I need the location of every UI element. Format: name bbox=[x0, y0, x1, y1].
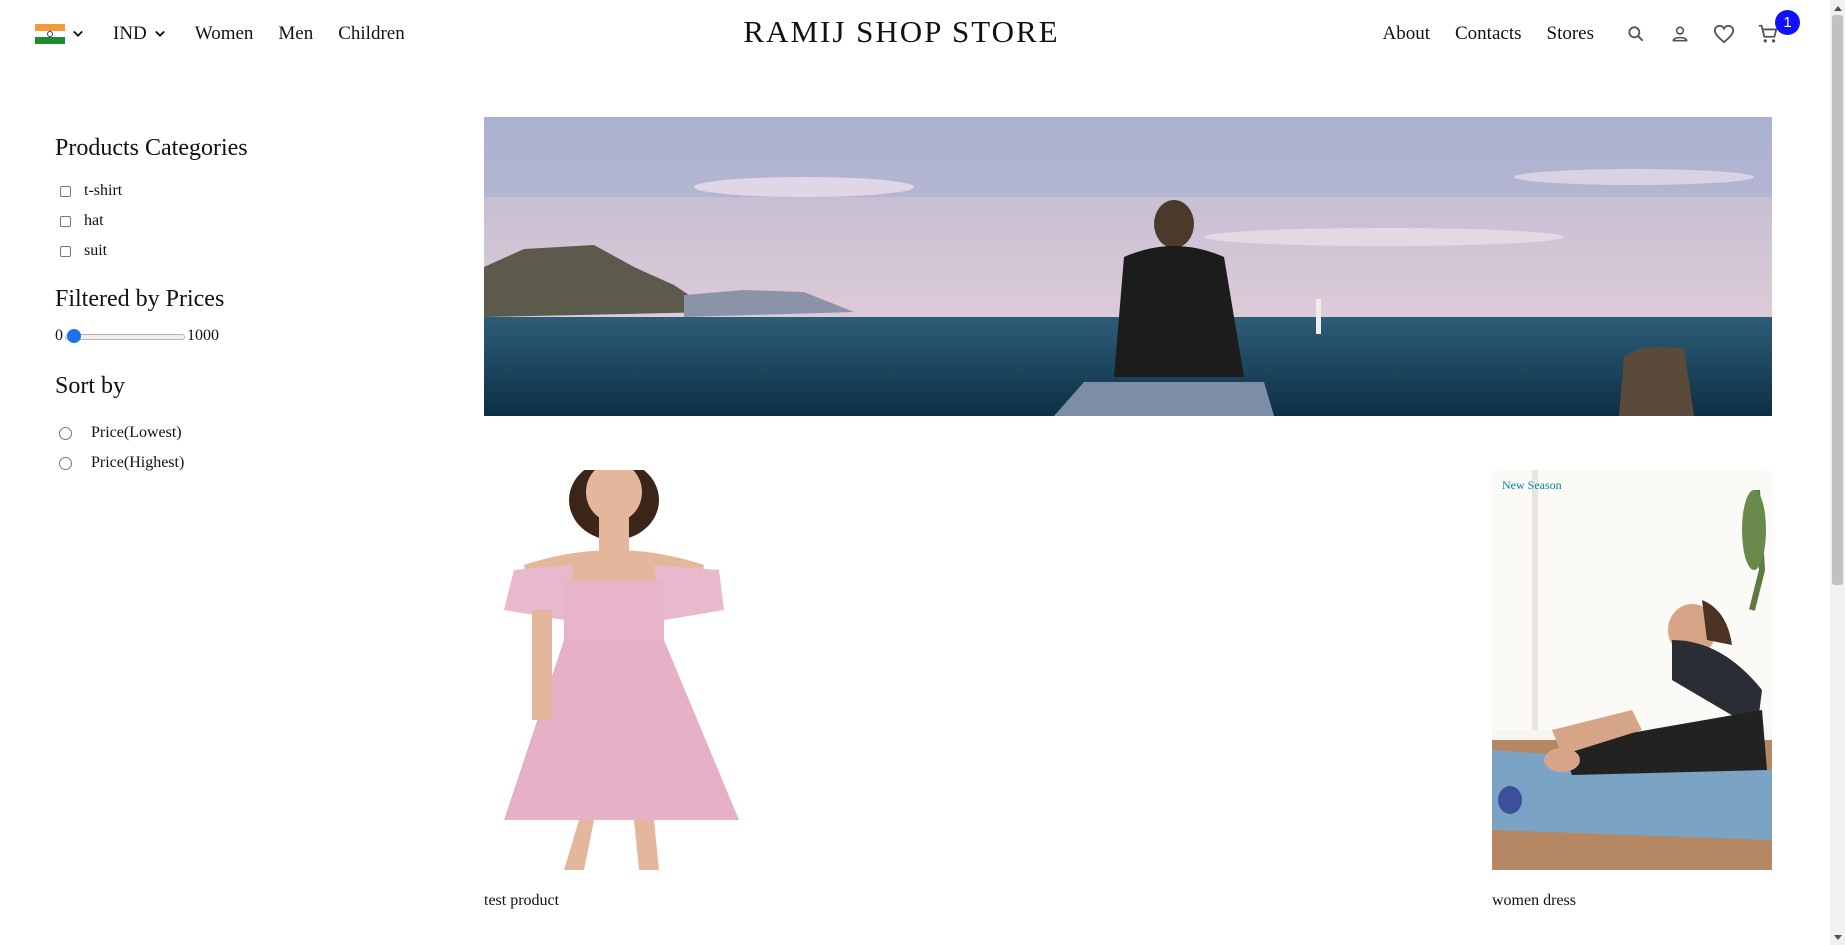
product-name[interactable]: women dress bbox=[1492, 892, 1772, 910]
price-max-label: 1000 bbox=[187, 327, 219, 344]
cart-count-badge: 1 bbox=[1775, 10, 1800, 35]
category-checkbox-hat[interactable] bbox=[60, 215, 71, 227]
user-icon[interactable] bbox=[1668, 22, 1692, 46]
category-checkbox-suit[interactable] bbox=[60, 245, 71, 257]
price-range-row: 0 1000 bbox=[55, 327, 375, 345]
product-card[interactable]: New Season women dress bbox=[1492, 470, 1772, 910]
sort-radio-lowest[interactable] bbox=[59, 426, 72, 440]
category-label: t-shirt bbox=[84, 182, 123, 199]
price-slider[interactable] bbox=[65, 328, 185, 344]
navbar: IND Women Men Children RAMIJ SHOP STORE … bbox=[0, 0, 1830, 68]
category-item: suit bbox=[55, 236, 375, 266]
sort-option: Price(Lowest) bbox=[55, 418, 375, 448]
category-label: suit bbox=[84, 242, 108, 259]
category-label: hat bbox=[84, 212, 104, 229]
product-card[interactable]: test product bbox=[484, 470, 764, 910]
nav-link-stores[interactable]: Stores bbox=[1547, 23, 1595, 45]
cart-icon[interactable]: 1 bbox=[1756, 10, 1800, 46]
sort-title: Sort by bbox=[55, 373, 126, 399]
scroll-down-arrow-icon[interactable] bbox=[1830, 930, 1845, 945]
sort-option: Price(Highest) bbox=[55, 448, 375, 478]
category-item: t-shirt bbox=[55, 176, 375, 206]
nav-link-about[interactable]: About bbox=[1383, 23, 1431, 45]
sort-label: Price(Highest) bbox=[91, 454, 185, 471]
new-season-badge: New Season bbox=[1502, 478, 1562, 492]
sort-label: Price(Lowest) bbox=[91, 424, 182, 441]
price-slider-handle[interactable] bbox=[67, 329, 81, 343]
product-image[interactable]: New Season bbox=[1492, 470, 1772, 870]
category-checkbox-tshirt[interactable] bbox=[60, 185, 71, 197]
categories-title: Products Categories bbox=[55, 135, 248, 161]
hero-banner-image bbox=[484, 117, 1772, 416]
nav-link-contacts[interactable]: Contacts bbox=[1455, 23, 1522, 45]
price-min-label: 0 bbox=[55, 327, 63, 344]
scroll-up-arrow-icon[interactable] bbox=[1830, 0, 1845, 15]
page-scrollbar[interactable] bbox=[1830, 0, 1845, 945]
product-image[interactable] bbox=[484, 470, 764, 870]
heart-icon[interactable] bbox=[1712, 22, 1736, 46]
sort-radio-highest[interactable] bbox=[59, 456, 72, 470]
price-filter-title: Filtered by Prices bbox=[55, 286, 225, 312]
product-name[interactable]: test product bbox=[484, 892, 764, 910]
filter-sidebar: Products Categories t-shirt hat suit Fil… bbox=[55, 135, 375, 478]
search-icon[interactable] bbox=[1624, 22, 1648, 46]
category-item: hat bbox=[55, 206, 375, 236]
scrollbar-thumb[interactable] bbox=[1832, 15, 1843, 585]
nav-right: About Contacts Stores 1 bbox=[1358, 10, 1800, 50]
